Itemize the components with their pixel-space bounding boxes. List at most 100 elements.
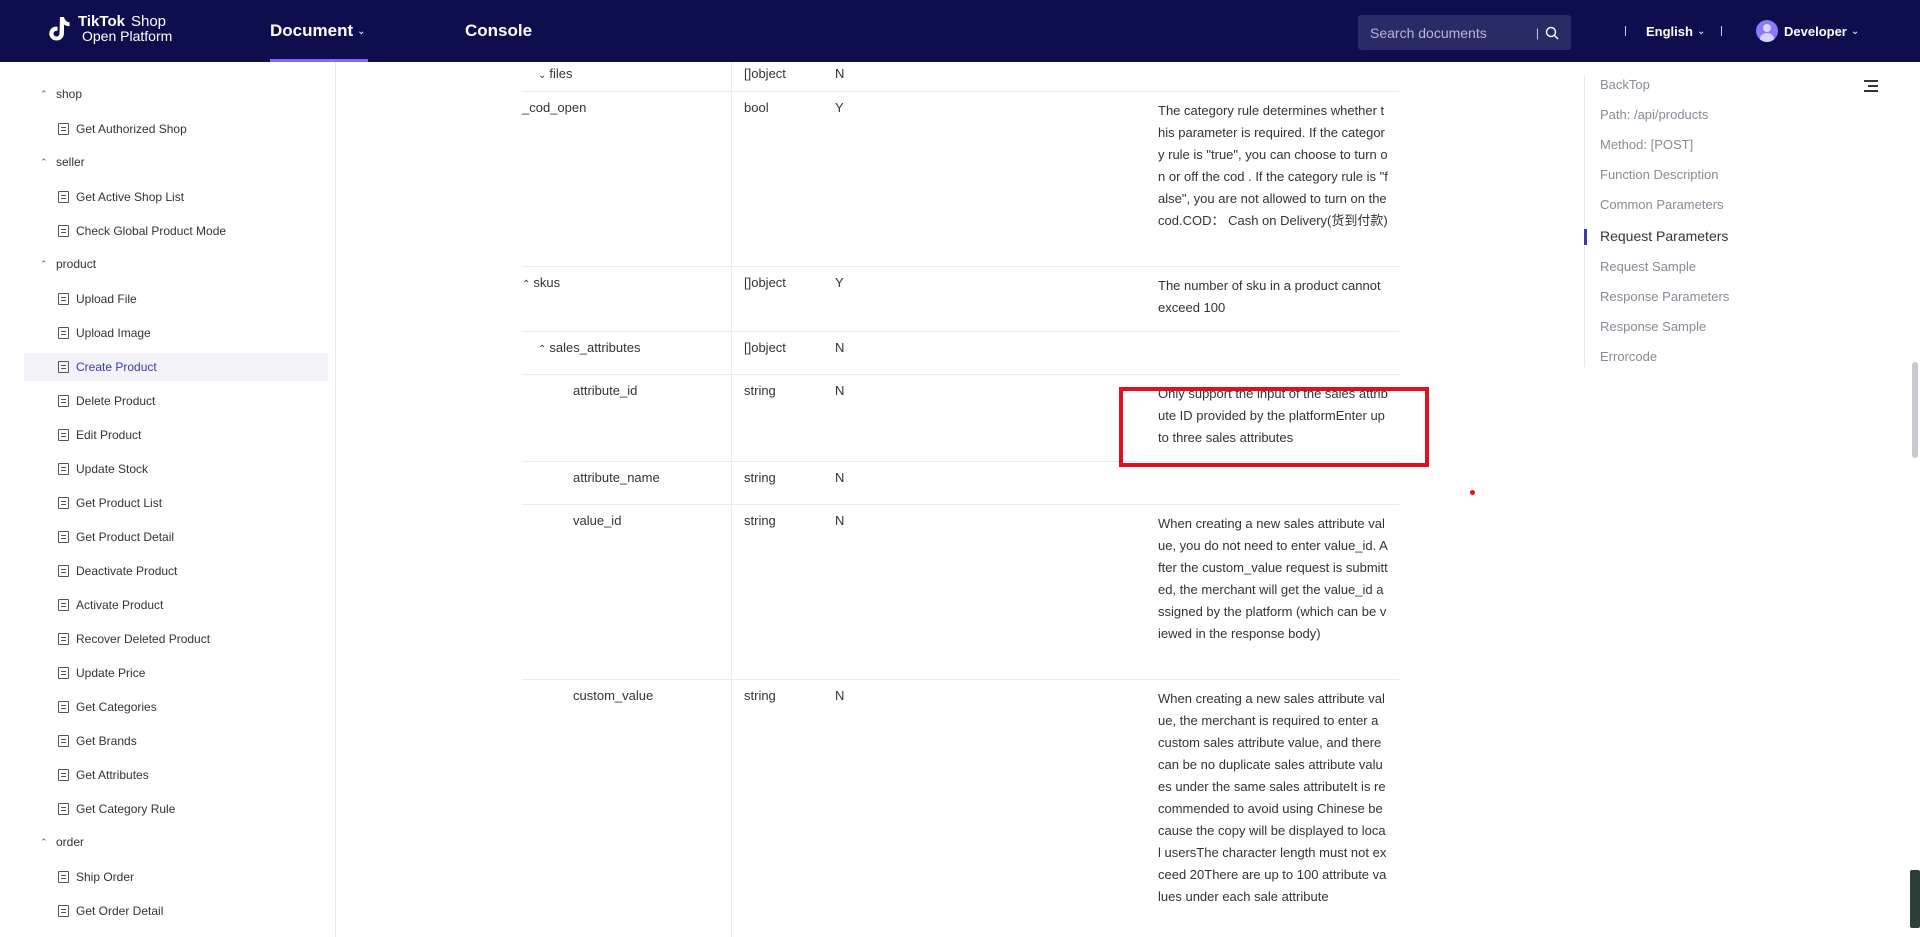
toc-collapse-icon[interactable] [1864, 80, 1878, 92]
language-selector[interactable]: English ⌄ [1646, 0, 1705, 62]
tiktok-logo-icon [46, 14, 72, 44]
param-required: N [835, 340, 845, 355]
document-icon [58, 293, 69, 305]
sidebar-item-label: Get Active Shop List [76, 190, 185, 204]
sidebar-group-label: shop [56, 87, 83, 101]
sidebar-item-label: Get Authorized Shop [76, 122, 187, 136]
toc-item-backtop[interactable]: BackTop [1600, 77, 1650, 92]
sidebar-item-get-brands[interactable]: Get Brands [24, 727, 328, 755]
sidebar-item-label: Update Price [76, 666, 146, 680]
document-icon [58, 905, 69, 917]
sidebar-item-get-authorized-shop[interactable]: Get Authorized Shop [24, 115, 328, 143]
document-icon [58, 395, 69, 407]
sidebar-item-check-global-product-mode[interactable]: Check Global Product Mode [24, 217, 328, 245]
param-required: Y [835, 275, 844, 290]
floating-side-widget[interactable] [1910, 870, 1920, 928]
chevron-up-icon[interactable]: ⌃ [522, 279, 530, 290]
toc-item-function-description[interactable]: Function Description [1600, 167, 1719, 182]
sidebar-item-label: Edit Product [76, 428, 142, 442]
page-scrollbar[interactable] [1912, 362, 1918, 458]
sidebar-item-update-price[interactable]: Update Price [24, 659, 328, 687]
search-icon[interactable] [1545, 26, 1559, 40]
user-menu[interactable]: Developer ⌄ [1756, 0, 1859, 62]
toc-item-response-sample[interactable]: Response Sample [1600, 319, 1706, 334]
sidebar-group-seller[interactable]: ⌃ seller [40, 155, 85, 169]
document-icon [58, 191, 69, 203]
table-row: ⌃ sales_attributes []object N [522, 332, 1399, 375]
param-description: The category rule determines whether thi… [1158, 103, 1388, 228]
sidebar-item-get-categories[interactable]: Get Categories [24, 693, 328, 721]
toc-item-response-parameters[interactable]: Response Parameters [1600, 289, 1729, 304]
document-icon [58, 531, 69, 543]
param-required: N [835, 688, 845, 703]
toc-item-method[interactable]: Method: [POST] [1600, 137, 1693, 152]
param-name: custom_value [573, 688, 654, 703]
logo-brand: TikTok [78, 13, 125, 30]
sidebar-item-label: Create Product [76, 360, 157, 374]
sidebar-item-activate-product[interactable]: Activate Product [24, 591, 328, 619]
sidebar-item-get-order-detail[interactable]: Get Order Detail [24, 897, 328, 925]
sidebar-item-upload-image[interactable]: Upload Image [24, 319, 328, 347]
sidebar-item-upload-file[interactable]: Upload File [24, 285, 328, 313]
param-name[interactable]: ⌃ sales_attributes [538, 340, 640, 355]
sidebar-item-label: Get Attributes [76, 768, 149, 782]
chevron-up-icon: ⌃ [40, 836, 48, 847]
sidebar-item-label: Get Product Detail [76, 530, 175, 544]
tiktok-shop-logo[interactable]: TikTok Shop Open Platform [46, 14, 172, 44]
param-description: When creating a new sales attribute valu… [1158, 516, 1388, 641]
param-name: value_id [573, 513, 622, 528]
sidebar-item-label: Upload Image [76, 326, 151, 340]
nav-console-link[interactable]: Console [465, 0, 532, 62]
sidebar-item-label: Check Global Product Mode [76, 224, 227, 238]
table-row: ⌃ skus []object Y The number of sku in a … [522, 267, 1399, 332]
sidebar-item-get-product-list[interactable]: Get Product List [24, 489, 328, 517]
sidebar-item-label: Get Product List [76, 496, 163, 510]
document-icon [58, 871, 69, 883]
sidebar-item-edit-product[interactable]: Edit Product [24, 421, 328, 449]
document-icon [58, 327, 69, 339]
param-type: []object [744, 66, 786, 81]
sidebar-item-deactivate-product[interactable]: Deactivate Product [24, 557, 328, 585]
sidebar-item-delete-product[interactable]: Delete Product [24, 387, 328, 415]
param-required: Y [835, 100, 844, 115]
toc-item-request-parameters[interactable]: Request Parameters [1600, 228, 1728, 244]
sidebar-group-product[interactable]: ⌃ product [40, 257, 96, 271]
param-name[interactable]: ⌄ files [538, 66, 573, 81]
document-icon [58, 429, 69, 441]
table-row: attribute_id string N Only support the i… [522, 375, 1399, 462]
chevron-up-icon[interactable]: ⌃ [538, 344, 546, 355]
sidebar-item-get-category-rule[interactable]: Get Category Rule [24, 795, 328, 823]
param-type: string [744, 383, 776, 398]
sidebar-item-label: Get Order Detail [76, 904, 164, 918]
toc-item-request-sample[interactable]: Request Sample [1600, 259, 1696, 274]
param-name[interactable]: ⌃ skus [522, 275, 560, 290]
sidebar-item-label: Deactivate Product [76, 564, 178, 578]
sidebar-item-update-stock[interactable]: Update Stock [24, 455, 328, 483]
sidebar-item-get-active-shop-list[interactable]: Get Active Shop List [24, 183, 328, 211]
sidebar-item-recover-deleted-product[interactable]: Recover Deleted Product [24, 625, 328, 653]
table-row: value_id string N When creating a new sa… [522, 505, 1399, 680]
search-divider: | [1535, 25, 1539, 40]
avatar [1756, 20, 1778, 42]
param-name: attribute_id [573, 383, 638, 398]
sidebar-item-label: Upload File [76, 292, 137, 306]
chevron-down-icon[interactable]: ⌄ [538, 70, 546, 81]
param-type: []object [744, 275, 786, 290]
sidebar-navigation: ⌃ shop Get Authorized Shop ⌃ seller Get Ac… [0, 62, 336, 937]
toc-track [1584, 75, 1585, 367]
sidebar-group-shop[interactable]: ⌃ shop [40, 87, 82, 101]
sidebar-item-ship-order[interactable]: Ship Order [24, 863, 328, 891]
toc-item-common-parameters[interactable]: Common Parameters [1600, 197, 1724, 212]
sidebar-item-create-product[interactable]: Create Product [24, 353, 328, 381]
search-input[interactable]: Search documents | [1358, 15, 1571, 50]
sidebar-group-order[interactable]: ⌃ order [40, 835, 84, 849]
search-placeholder: Search documents [1370, 24, 1487, 41]
toc-item-path[interactable]: Path: /api/products [1600, 107, 1708, 122]
toc-item-errorcode[interactable]: Errorcode [1600, 349, 1657, 364]
param-description: The number of sku in a product cannot ex… [1158, 278, 1381, 315]
param-type: []object [744, 340, 786, 355]
nav-document-menu[interactable]: Document ⌄ [270, 0, 366, 62]
sidebar-item-get-attributes[interactable]: Get Attributes [24, 761, 328, 789]
param-description: When creating a new sales attribute valu… [1158, 691, 1387, 904]
sidebar-item-get-product-detail[interactable]: Get Product Detail [24, 523, 328, 551]
